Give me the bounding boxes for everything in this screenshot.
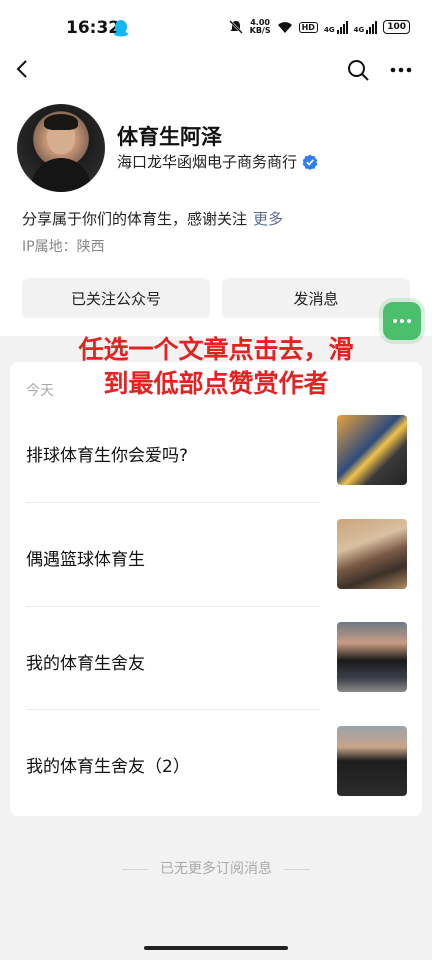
divider [26, 606, 320, 607]
net-speed: 4.00 KB/S [250, 19, 271, 35]
article-title[interactable]: 我的体育生舍友 [26, 649, 145, 674]
signal-1: 4G [323, 20, 348, 34]
account-name: 体育生阿泽 [117, 125, 222, 149]
hd-badge: HD [298, 21, 318, 33]
article-title[interactable]: 排球体育生你会爱吗? [26, 441, 188, 466]
divider [26, 502, 320, 503]
status-indicators: 4.00 KB/S HD 4G 4G 100 [228, 19, 410, 35]
intro-text: 分享属于你们的体育生，感谢关注 [22, 210, 248, 228]
signal-2-label: 4G [353, 25, 365, 34]
avatar[interactable] [17, 104, 105, 192]
article-thumbnail[interactable] [337, 726, 407, 796]
qq-icon [114, 20, 128, 37]
article-title[interactable]: 我的体育生舍友（2） [26, 752, 190, 777]
end-note-line-left [122, 868, 148, 870]
article-thumbnail[interactable] [337, 415, 407, 485]
home-indicator[interactable] [144, 946, 288, 950]
mute-icon [228, 20, 243, 34]
divider [26, 709, 320, 710]
article-thumbnail[interactable] [337, 519, 407, 589]
account-organization: 海口龙华函烟电子商务商行 [117, 151, 318, 172]
overlay-instruction-line1: 任选一个文章点击去，滑 [78, 335, 354, 364]
end-note: 已无更多订阅消息 [0, 858, 432, 878]
ip-location: IP属地：陕西 [22, 239, 105, 255]
more-icon[interactable] [390, 67, 412, 73]
end-note-text: 已无更多订阅消息 [160, 861, 272, 877]
organization-label: 海口龙华函烟电子商务商行 [117, 153, 298, 171]
verified-icon [302, 154, 318, 170]
back-icon[interactable] [14, 60, 32, 78]
signal-1-label: 4G [323, 25, 335, 34]
status-time: 16:32 [66, 18, 121, 38]
battery-indicator: 100 [383, 20, 410, 34]
overlay-instruction-line2: 到最低部点赞赏作者 [103, 369, 329, 398]
more-link[interactable]: 更多 [253, 210, 283, 228]
account-intro: 分享属于你们的体育生，感谢关注 更多 [22, 208, 283, 229]
follow-button[interactable]: 已关注公众号 [22, 278, 210, 318]
end-note-line-right [284, 868, 310, 870]
article-thumbnail[interactable] [337, 622, 407, 692]
article-title[interactable]: 偶遇篮球体育生 [26, 545, 145, 570]
signal-2: 4G [353, 20, 378, 34]
net-speed-unit: KB/S [249, 26, 271, 35]
wifi-icon [277, 21, 292, 33]
message-button[interactable]: 发消息 [222, 278, 410, 318]
search-icon[interactable] [347, 59, 369, 81]
